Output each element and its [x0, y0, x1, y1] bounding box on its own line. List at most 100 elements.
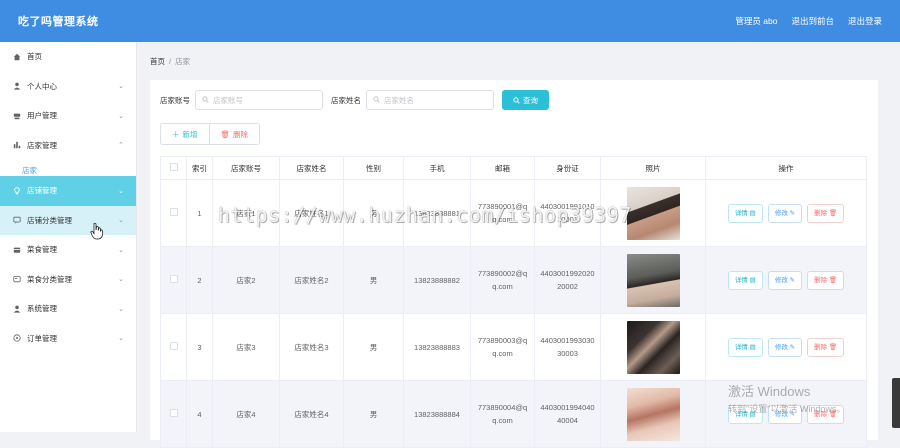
row-checkbox[interactable] — [169, 274, 178, 283]
delete-button[interactable]: 删除 🗑 — [807, 203, 845, 223]
sidebar-item-system[interactable]: 系统管理 ⌄ — [0, 294, 136, 324]
name-label: 店家姓名 — [331, 95, 361, 105]
detail-button[interactable]: 详情 ▤ — [727, 404, 763, 424]
cell-name: 店家姓名4 — [279, 380, 344, 448]
cell-id-card: 440300199303030003 — [534, 313, 601, 381]
cell-id-card: 440300199202020002 — [534, 246, 601, 314]
doc-icon: ▤ — [749, 410, 756, 418]
breadcrumb: 首页 / 店家 — [150, 56, 190, 67]
detail-button[interactable]: 详情 ▤ — [727, 337, 763, 357]
sidebar-item-shop-owner[interactable]: 店家管理 ⌃ — [0, 131, 136, 161]
top-header: 吃了吗管理系统 管理员 abo 退出到前台 退出登录 — [0, 0, 900, 42]
users-icon — [12, 112, 22, 120]
trash-icon: 🗑 — [828, 209, 838, 217]
sidebar-item-label: 菜食分类管理 — [27, 274, 72, 284]
chevron-down-icon: ⌄ — [118, 276, 124, 284]
submenu-item-shop-owner[interactable]: 店家 — [0, 160, 136, 176]
batch-delete-button[interactable]: 🗑 删除 — [209, 123, 261, 145]
detail-label: 详情 — [734, 343, 748, 351]
sidebar-item-home[interactable]: 首页 — [0, 42, 136, 72]
table-header-row: 索引 店家账号 店家姓名 性别 手机 邮箱 身份证 照片 操作 — [160, 156, 867, 180]
account-search-input[interactable]: 店家账号 — [195, 90, 323, 110]
edit-label: 修改 — [774, 343, 788, 351]
delete-button[interactable]: 删除 🗑 — [807, 337, 845, 357]
add-button[interactable]: ＋ 新增 — [160, 123, 210, 145]
cell-name: 店家姓名1 — [279, 179, 344, 247]
query-button-label: 查询 — [523, 95, 538, 105]
cell-gender: 男 — [343, 179, 404, 247]
detail-button[interactable]: 详情 ▤ — [727, 203, 763, 223]
cell-id-card: 440300199404040004 — [534, 380, 601, 448]
breadcrumb-current: 店家 — [175, 57, 191, 66]
chevron-down-icon: ⌄ — [118, 217, 124, 225]
chevron-down-icon: ⌄ — [118, 335, 124, 343]
select-all-checkbox[interactable] — [169, 163, 178, 171]
doc-icon: ▤ — [749, 343, 756, 351]
cell-phone: 13823888882 — [403, 246, 471, 314]
detail-button[interactable]: 详情 ▤ — [727, 270, 763, 290]
breadcrumb-home[interactable]: 首页 — [150, 57, 165, 66]
scrollbar[interactable] — [892, 378, 900, 428]
sidebar-item-dishes[interactable]: 菜食管理 ⌄ — [0, 235, 136, 265]
edit-button[interactable]: 修改 ✎ — [767, 203, 803, 223]
header-links: 管理员 abo 退出到前台 退出登录 — [735, 15, 882, 27]
sidebar-item-shops[interactable]: 店铺管理 ⌄ — [0, 176, 136, 206]
sidebar-item-label: 个人中心 — [27, 81, 57, 91]
edit-button[interactable]: 修改 ✎ — [767, 270, 803, 290]
edit-button[interactable]: 修改 ✎ — [767, 404, 803, 424]
cell-email: 773890003@qq.com — [470, 313, 535, 381]
cell-index: 3 — [186, 313, 213, 381]
header-email: 邮箱 — [470, 156, 535, 180]
search-form: 店家账号 店家账号 店家姓名 店家姓名 查询 — [160, 90, 549, 110]
pencil-icon: ✎ — [789, 276, 796, 284]
trash-icon: 🗑 — [828, 343, 838, 351]
account-label: 店家账号 — [160, 95, 190, 105]
sidebar-item-users[interactable]: 用户管理 ⌄ — [0, 101, 136, 131]
delete-button[interactable]: 删除 🗑 — [807, 404, 845, 424]
app-title: 吃了吗管理系统 — [18, 16, 99, 28]
cell-index: 1 — [186, 179, 213, 247]
table-row: 4 店家4 店家姓名4 男 13823888884 773890004@qq.c… — [160, 380, 867, 448]
header-gender: 性别 — [343, 156, 404, 180]
cell-gender: 男 — [343, 380, 404, 448]
sidebar-item-shop-category[interactable]: 店铺分类管理 ⌄ — [0, 205, 136, 235]
name-search-input[interactable]: 店家姓名 — [366, 90, 494, 110]
exit-to-front-link[interactable]: 退出到前台 — [791, 15, 834, 27]
sidebar-item-label: 系统管理 — [27, 304, 57, 314]
edit-button[interactable]: 修改 ✎ — [767, 337, 803, 357]
cell-email: 773890004@qq.com — [470, 380, 535, 448]
table-row: 3 店家3 店家姓名3 男 13823888883 773890003@qq.c… — [160, 313, 867, 381]
logout-link[interactable]: 退出登录 — [848, 15, 882, 27]
cell-index: 2 — [186, 246, 213, 314]
delete-button[interactable]: 删除 🗑 — [807, 270, 845, 290]
owner-photo — [626, 320, 680, 374]
sidebar: 首页 个人中心 ⌄ 用户管理 ⌄ 店家管理 ⌃ 店家 店铺管理 ⌄ 店铺分类管理… — [0, 42, 137, 432]
action-buttons: ＋ 新增 🗑 删除 — [160, 123, 261, 145]
cell-email: 773890002@qq.com — [470, 246, 535, 314]
compass-icon — [12, 334, 22, 342]
edit-label: 修改 — [774, 276, 788, 284]
sidebar-item-label: 店家管理 — [27, 140, 57, 150]
header-id-card: 身份证 — [534, 156, 601, 180]
trash-icon: 🗑 — [220, 129, 231, 139]
admin-user-label[interactable]: 管理员 abo — [735, 15, 777, 27]
cell-phone: 13823888881 — [403, 179, 471, 247]
cell-email: 773890001@qq.com — [470, 179, 535, 247]
row-checkbox[interactable] — [169, 207, 178, 216]
chevron-down-icon: ⌄ — [118, 112, 124, 120]
content-panel: 店家账号 店家账号 店家姓名 店家姓名 查询 ＋ 新增 🗑 删除 索引 店家账号… — [150, 80, 878, 448]
sidebar-item-profile[interactable]: 个人中心 ⌄ — [0, 72, 136, 102]
row-checkbox[interactable] — [169, 408, 178, 417]
query-button[interactable]: 查询 — [502, 90, 549, 110]
user-icon — [12, 82, 22, 90]
sidebar-item-orders[interactable]: 订单管理 ⌄ — [0, 324, 136, 354]
delete-label: 删除 — [814, 410, 828, 418]
sidebar-item-dish-category[interactable]: 菜食分类管理 ⌄ — [0, 265, 136, 295]
header-photo: 照片 — [600, 156, 706, 180]
add-button-label: 新增 — [182, 129, 198, 139]
row-checkbox[interactable] — [169, 341, 178, 350]
table-row: 2 店家2 店家姓名2 男 13823888882 773890002@qq.c… — [160, 246, 867, 314]
wallet-icon — [12, 246, 22, 254]
cell-account: 店家4 — [212, 380, 280, 448]
header-select[interactable] — [160, 156, 187, 180]
